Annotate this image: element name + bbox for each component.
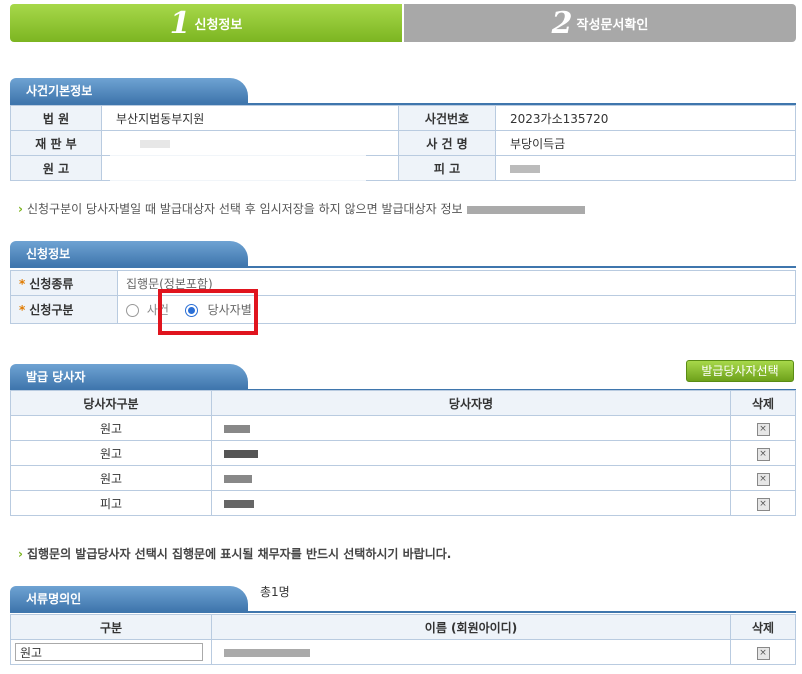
plaintiff-label: 원 고 xyxy=(10,155,102,181)
nominee-count: 총1명 xyxy=(260,585,290,599)
issue-party-table: 당사자구분 당사자명 삭제 원고 × 원고 × 원고 × 피고 × xyxy=(10,390,796,516)
col-delete: 삭제 xyxy=(730,390,796,416)
case-no-value: 2023가소135720 xyxy=(495,105,796,131)
table-row: 피고 × xyxy=(10,490,796,516)
nominee-type-field[interactable]: 원고 xyxy=(15,643,203,661)
delete-icon[interactable]: × xyxy=(756,448,770,461)
case-no-label: 사건번호 xyxy=(398,105,496,131)
doc-nominee-table: 구분 이름 (회원아이디) 삭제 원고 × xyxy=(10,614,796,665)
case-name-value: 부당이득금 xyxy=(495,130,796,156)
arrow-icon: › xyxy=(18,202,23,216)
col-nominee-name: 이름 (회원아이디) xyxy=(211,614,731,640)
delete-icon[interactable]: × xyxy=(756,498,770,511)
application-table: * 신청종류 집행문(정본포함) * 신청구분 사건 당사자별 xyxy=(10,270,796,324)
col-party-name: 당사자명 xyxy=(211,390,731,416)
col-nominee-type: 구분 xyxy=(10,614,212,640)
redacted-text xyxy=(224,424,250,433)
table-row: 원고 × xyxy=(10,465,796,491)
radio-case[interactable] xyxy=(126,304,139,317)
case-name-label: 사 건 명 xyxy=(398,130,496,156)
arrow-icon: › xyxy=(18,547,23,561)
delete-icon[interactable]: × xyxy=(756,473,770,486)
notice-temp-save: › 신청구분이 당사자별일 때 발급대상자 선택 후 임시저장을 하지 않으면 발… xyxy=(18,200,585,217)
apply-kind-label: * 신청구분 xyxy=(10,295,118,324)
step-1-label: 신청정보 xyxy=(194,17,243,33)
select-party-button[interactable]: 발급당사자선택 xyxy=(686,360,794,382)
division-label: 재 판 부 xyxy=(10,130,102,156)
step-1: 1 신청정보 xyxy=(10,4,402,42)
delete-icon[interactable]: × xyxy=(756,647,770,660)
doc-nominee-title: 서류명의인 xyxy=(10,586,248,611)
table-row: 원고 × xyxy=(10,440,796,466)
application-title: 신청정보 xyxy=(10,241,248,266)
table-row: 원고 × xyxy=(10,415,796,441)
redacted-text xyxy=(224,648,310,657)
defendant-label: 피 고 xyxy=(398,155,496,181)
issue-party-title: 발급 당사자 xyxy=(10,364,248,389)
step-1-number: 1 xyxy=(169,5,191,41)
step-2-number: 2 xyxy=(551,5,573,41)
notice-debtor: › 집행문의 발급당사자 선택시 집행문에 표시될 채무자를 반드시 선택하시기 … xyxy=(18,547,452,561)
court-label: 법 원 xyxy=(10,105,102,131)
redacted-text xyxy=(466,205,585,214)
delete-icon[interactable]: × xyxy=(756,423,770,436)
step-2-label: 작성문서확인 xyxy=(576,17,649,33)
highlight-box xyxy=(158,289,258,335)
redaction-overlay xyxy=(110,132,366,186)
col-party-type: 당사자구분 xyxy=(10,390,212,416)
step-indicator: 1 신청정보 2 작성문서확인 xyxy=(10,4,796,42)
redacted-text xyxy=(224,499,254,508)
defendant-value xyxy=(495,155,796,181)
redacted-text xyxy=(510,164,540,173)
table-row: 원고 × xyxy=(10,639,796,665)
col-delete: 삭제 xyxy=(730,614,796,640)
redacted-text xyxy=(224,449,258,458)
step-2: 2 작성문서확인 xyxy=(404,4,796,42)
case-info-title: 사건기본정보 xyxy=(10,78,248,103)
apply-type-label: * 신청종류 xyxy=(10,270,118,296)
redacted-text xyxy=(224,474,252,483)
court-value: 부산지법동부지원 xyxy=(101,105,399,131)
